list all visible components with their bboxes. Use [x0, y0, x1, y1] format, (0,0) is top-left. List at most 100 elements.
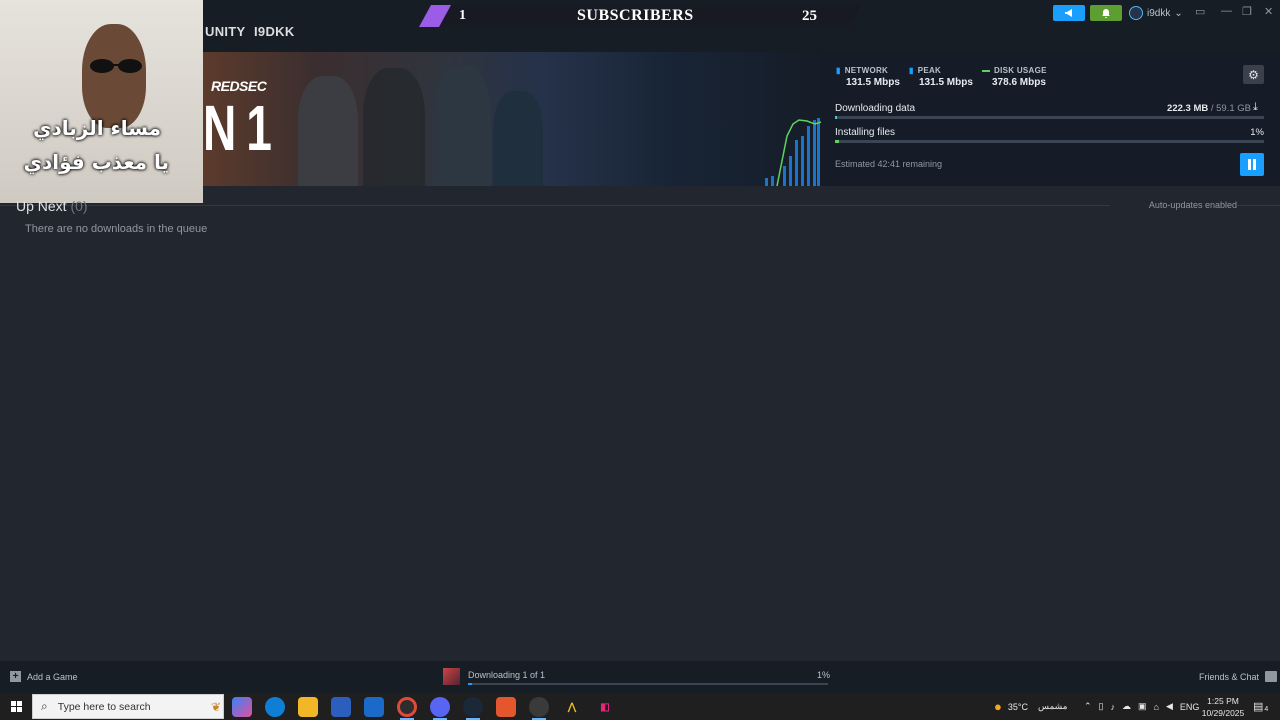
disk-usage-stat: DISK USAGE 378.6 Mbps — [982, 66, 1047, 88]
app-icon-yellow[interactable]: ⋀ — [562, 697, 582, 717]
peak-value: 131.5 Mbps — [919, 77, 973, 88]
clock[interactable]: 1:25 PM 10/29/2025 — [1199, 695, 1247, 719]
chevron-down-icon: ⌄ — [1174, 7, 1183, 19]
outlook-icon[interactable] — [364, 697, 384, 717]
announcements-button[interactable] — [1053, 5, 1085, 21]
download-icon: ⤓ — [1253, 101, 1258, 113]
webcam-overlay: مساء الزبادي يا معذب فؤادي — [0, 0, 203, 203]
bottom-progress-fill — [468, 683, 472, 685]
add-game-button[interactable]: + Add a Game — [10, 671, 78, 682]
nav-username[interactable]: I9DKK — [254, 24, 295, 39]
search-icon: ⌕ — [41, 699, 48, 713]
game-thumbnail[interactable] — [443, 668, 460, 685]
steam-icon[interactable] — [463, 697, 483, 717]
sunglasses — [90, 59, 142, 73]
subscriber-title: SUBSCRIBERS — [577, 7, 694, 24]
chevron-up-icon[interactable]: ⌃ — [1084, 701, 1092, 712]
line-legend-icon — [982, 69, 990, 72]
volume-icon[interactable]: ◀ — [1166, 701, 1173, 712]
download-progress-fill — [835, 116, 837, 119]
notifications-button[interactable] — [1090, 5, 1122, 21]
date: 10/29/2025 — [1201, 708, 1245, 718]
maximize-icon[interactable]: ❐ — [1242, 5, 1252, 18]
friends-chat-button[interactable]: Friends & Chat — [1199, 671, 1278, 682]
taskbar-search[interactable]: ⌕ Type here to search ❦ — [32, 694, 224, 719]
bell-icon — [1102, 9, 1110, 18]
game-logo-big: N 1 — [203, 92, 272, 164]
install-progress-fill — [835, 140, 840, 143]
subscriber-count-right: 25 — [802, 8, 817, 24]
device-icon[interactable]: ▯ — [1099, 701, 1104, 712]
megaphone-icon — [1065, 9, 1072, 17]
bar-chart-icon: ▮ — [909, 66, 914, 75]
onedrive-icon[interactable]: ☁ — [1122, 701, 1131, 712]
pause-icon — [1248, 159, 1256, 170]
store-icon[interactable] — [331, 697, 351, 717]
chat-icon — [1265, 671, 1278, 682]
file-explorer-icon[interactable] — [298, 697, 318, 717]
notification-center[interactable]: ▤ 4 — [1253, 693, 1268, 720]
big-picture-icon[interactable]: ▭ — [1195, 5, 1205, 18]
webcam-caption-2: يا معذب فؤادي — [23, 150, 169, 174]
queue-title: Up Next (0) — [16, 198, 88, 214]
windows-taskbar: ⌕ Type here to search ❦ ⋀ ◧ ● 35°C مشمس … — [0, 693, 1280, 720]
windows-start-icon[interactable] — [5, 699, 27, 715]
sun-icon: ● — [994, 699, 1002, 714]
app-icon-orange[interactable] — [496, 697, 516, 717]
language-indicator[interactable]: ENG — [1180, 702, 1200, 712]
download-progress-track — [835, 116, 1264, 119]
bottom-bar: + Add a Game Downloading 1 of 1 1% Frien… — [0, 661, 1280, 693]
download-hero: REDSEC N 1 ▮ NETWORK 131.5 Mbps ▮ PEAK 131… — [203, 52, 1280, 186]
screen-icon[interactable]: ▣ — [1138, 701, 1147, 712]
queue-empty-message: There are no downloads in the queue — [25, 223, 208, 235]
minimize-icon[interactable]: — — [1221, 5, 1232, 17]
chrome-icon[interactable] — [397, 697, 417, 717]
microphone-icon[interactable]: ♪ — [1111, 702, 1116, 712]
peak-stat: ▮ PEAK 131.5 Mbps — [909, 66, 973, 88]
bottom-progress-track — [468, 683, 828, 685]
username-label: i9dkk — [1147, 7, 1171, 19]
time: 1:25 PM — [1207, 696, 1239, 706]
subscriber-overlay: 1 SUBSCRIBERS 25 — [419, 5, 861, 27]
search-input[interactable]: Type here to search — [58, 701, 151, 713]
downloading-label: Downloading data — [835, 103, 916, 114]
time-remaining: Estimated 42:41 remaining — [835, 159, 943, 169]
pause-button[interactable] — [1240, 153, 1264, 176]
installing-label: Installing files — [835, 127, 896, 138]
divider — [0, 205, 1280, 206]
close-icon[interactable]: ✕ — [1264, 5, 1273, 18]
network-graph — [765, 118, 822, 186]
webcam-caption-1: مساء الزبادي — [33, 116, 161, 140]
subscriber-count-left: 1 — [459, 8, 466, 23]
discord-icon[interactable] — [430, 697, 450, 717]
network-value: 131.5 Mbps — [846, 77, 900, 88]
download-size: 222.3 MB / 59.1 GB — [1167, 103, 1251, 114]
obs-icon[interactable] — [529, 697, 549, 717]
disk-usage-value: 378.6 Mbps — [992, 77, 1046, 88]
notification-icon: ▤ — [1253, 701, 1264, 713]
download-status[interactable]: Downloading 1 of 1 — [468, 670, 545, 680]
settings-gear-button[interactable]: ⚙ — [1243, 65, 1264, 84]
notification-count: 4 — [1264, 706, 1269, 713]
weather-widget[interactable]: ● 35°C مشمس — [994, 693, 1068, 720]
bar-chart-icon: ▮ — [836, 66, 841, 75]
installing-percent: 1% — [1250, 127, 1264, 138]
auto-updates-status[interactable]: Auto-updates enabled — [1110, 200, 1237, 210]
edge-icon[interactable] — [265, 697, 285, 717]
copilot-icon[interactable] — [232, 697, 252, 717]
install-progress-track — [835, 140, 1264, 143]
game-artwork: REDSEC N 1 — [203, 52, 823, 186]
avatar — [1129, 6, 1143, 20]
app-icon-pink[interactable]: ◧ — [595, 697, 615, 717]
bottom-progress-percent: 1% — [817, 670, 831, 680]
search-highlight-icon: ❦ — [210, 699, 221, 714]
network-stat: ▮ NETWORK 131.5 Mbps — [836, 66, 900, 88]
face — [82, 24, 146, 128]
system-tray: ⌃ ▯ ♪ ☁ ▣ ⌂ ◀ ENG — [1084, 693, 1199, 720]
gear-icon: ⚙ — [1248, 67, 1259, 82]
nav-community[interactable]: UNITY — [205, 24, 246, 39]
plus-icon: + — [10, 671, 21, 682]
queue-count: (0) — [70, 198, 88, 214]
user-menu[interactable]: i9dkk ⌄ — [1129, 4, 1183, 22]
network-icon[interactable]: ⌂ — [1154, 702, 1159, 712]
